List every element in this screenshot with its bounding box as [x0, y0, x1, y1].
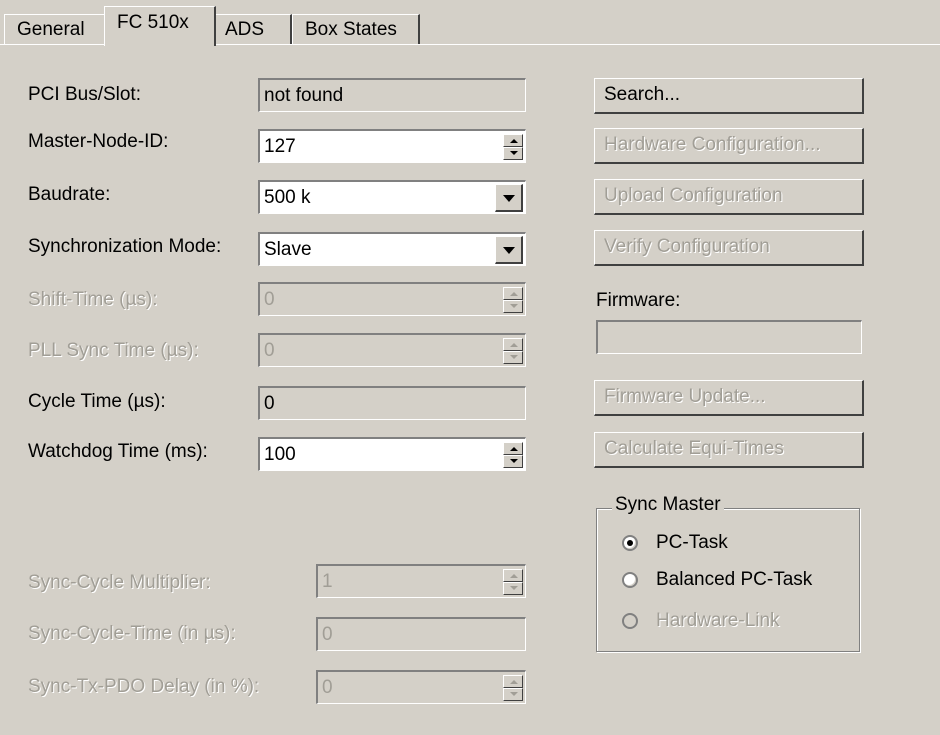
sync-master-title: Sync Master	[612, 494, 724, 516]
spin-up-icon[interactable]	[503, 442, 523, 455]
watchdog-time-spinner[interactable]	[503, 442, 523, 468]
cycle-time-label: Cycle Time (µs):	[28, 391, 166, 412]
watchdog-time-value: 100	[264, 444, 296, 465]
tab-general[interactable]: General	[4, 14, 106, 44]
chevron-down-icon[interactable]	[495, 184, 523, 212]
spin-up-icon	[503, 338, 523, 351]
sync-cycle-time-field: 0	[316, 617, 526, 651]
pci-bus-slot-field: not found	[258, 78, 526, 112]
sync-tx-pdo-delay-label: Sync-Tx-PDO Delay (in %):	[28, 676, 260, 697]
spin-down-icon	[503, 582, 523, 595]
pll-sync-time-label: PLL Sync Time (µs):	[28, 340, 199, 361]
sync-cycle-multiplier-value: 1	[322, 571, 333, 592]
tab-box-states[interactable]: Box States	[292, 14, 420, 44]
spin-down-icon	[503, 351, 523, 364]
spin-down-icon[interactable]	[503, 455, 523, 468]
tab-ads[interactable]: ADS	[212, 14, 292, 44]
spin-up-icon	[503, 675, 523, 688]
master-node-id-spinner[interactable]	[503, 134, 523, 160]
spin-up-icon[interactable]	[503, 134, 523, 147]
calculate-equi-times-button[interactable]: Calculate Equi-Times	[594, 432, 864, 468]
shift-time-spinner	[503, 287, 523, 313]
master-node-id-value: 127	[264, 136, 296, 157]
master-node-id-label: Master-Node-ID:	[28, 131, 169, 152]
cycle-time-field: 0	[258, 386, 526, 420]
chevron-down-icon[interactable]	[495, 236, 523, 264]
firmware-update-button[interactable]: Firmware Update...	[594, 380, 864, 416]
radio-hardware-link	[622, 613, 638, 629]
radio-hardware-link-label: Hardware-Link	[656, 610, 780, 631]
radio-pc-task[interactable]	[622, 535, 638, 551]
firmware-label: Firmware:	[596, 290, 681, 311]
spin-down-icon	[503, 688, 523, 701]
baudrate-value: 500 k	[264, 187, 311, 208]
sync-mode-label: Synchronization Mode:	[28, 236, 222, 257]
shift-time-value: 0	[264, 289, 275, 310]
radio-selected-dot	[627, 540, 633, 546]
sync-tx-pdo-delay-value: 0	[322, 677, 333, 698]
sync-cycle-multiplier-label: Sync-Cycle Multiplier:	[28, 572, 211, 593]
sync-tx-pdo-delay-input: 0	[316, 670, 526, 704]
firmware-field	[596, 320, 862, 354]
tab-strip: General FC 510x ADS Box States	[0, 0, 940, 50]
cycle-time-value: 0	[264, 393, 275, 414]
pll-sync-time-input: 0	[258, 333, 526, 367]
pci-bus-slot-value: not found	[264, 85, 344, 106]
radio-balanced-pc-task-label[interactable]: Balanced PC-Task	[656, 569, 812, 591]
search-button[interactable]: Search...	[594, 78, 864, 114]
spin-down-icon	[503, 300, 523, 313]
radio-pc-task-label[interactable]: PC-Task	[656, 532, 728, 554]
pll-sync-time-value: 0	[264, 340, 275, 361]
tab-fc510x[interactable]: FC 510x	[104, 6, 216, 46]
sync-cycle-time-label: Sync-Cycle-Time (in µs):	[28, 623, 236, 644]
spin-up-icon	[503, 569, 523, 582]
sync-cycle-time-value: 0	[322, 624, 333, 645]
shift-time-label: Shift-Time (µs):	[28, 289, 158, 310]
baudrate-select[interactable]: 500 k	[258, 180, 526, 214]
shift-time-input: 0	[258, 282, 526, 316]
sync-tx-pdo-delay-spinner	[503, 675, 523, 701]
hardware-configuration-button[interactable]: Hardware Configuration...	[594, 128, 864, 164]
pll-sync-time-spinner	[503, 338, 523, 364]
radio-balanced-pc-task[interactable]	[622, 572, 638, 588]
sync-cycle-multiplier-spinner	[503, 569, 523, 595]
sync-cycle-multiplier-input: 1	[316, 564, 526, 598]
spin-up-icon	[503, 287, 523, 300]
sync-mode-select[interactable]: Slave	[258, 232, 526, 266]
spin-down-icon[interactable]	[503, 147, 523, 160]
baudrate-label: Baudrate:	[28, 184, 111, 205]
sync-mode-value: Slave	[264, 239, 312, 260]
watchdog-time-input[interactable]: 100	[258, 437, 526, 471]
verify-configuration-button[interactable]: Verify Configuration	[594, 230, 864, 266]
upload-configuration-button[interactable]: Upload Configuration	[594, 179, 864, 215]
pci-bus-slot-label: PCI Bus/Slot:	[28, 84, 141, 105]
master-node-id-input[interactable]: 127	[258, 129, 526, 163]
watchdog-time-label: Watchdog Time (ms):	[28, 441, 208, 462]
